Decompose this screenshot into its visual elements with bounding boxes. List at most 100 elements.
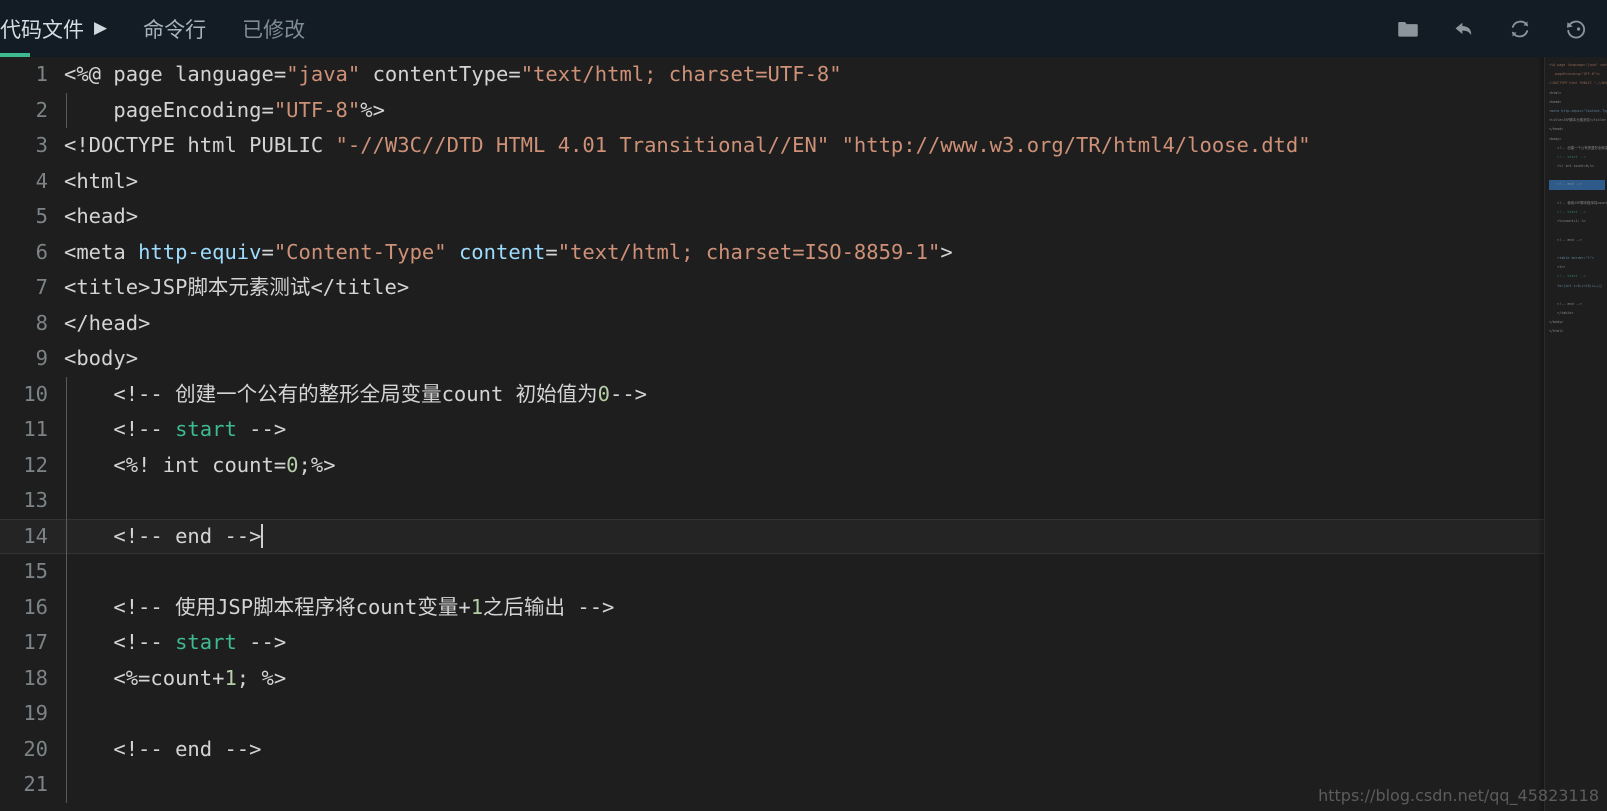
minimap-line: <!-- start --> bbox=[1549, 208, 1605, 217]
code-text: <!-- end --> bbox=[64, 732, 262, 768]
token: <!-- bbox=[64, 736, 176, 761]
minimap-line bbox=[1549, 190, 1605, 199]
code-line[interactable]: 3 <!DOCTYPE html PUBLIC "-//W3C//DTD HTML… bbox=[0, 128, 1607, 164]
line-number: 17 bbox=[23, 630, 48, 654]
token: <title> bbox=[64, 275, 151, 299]
code-text: <%=count+1; %> bbox=[64, 661, 286, 697]
token: JSP bbox=[150, 275, 188, 299]
code-text: <meta http-equiv="Content-Type" content=… bbox=[64, 235, 953, 271]
code-line[interactable]: 10 <!-- 创建一个公有的整形全局变量count 初始值为0--> bbox=[0, 377, 1607, 413]
token: 创建一个公有的整形全局变量 bbox=[175, 381, 442, 406]
minimap-line: <!-- start --> bbox=[1549, 153, 1605, 162]
line-number: 4 bbox=[35, 168, 48, 193]
minimap-line: <body> bbox=[1549, 135, 1605, 144]
code-line[interactable]: 14 <!-- end --> bbox=[0, 518, 1607, 554]
token: "http://www.w3.org/TR/html4/loose.dtd" bbox=[841, 133, 1311, 157]
minimap-token: <%@ page language="java" contentType="te… bbox=[1549, 63, 1607, 67]
code-line[interactable]: 12 <%! int count=0;%> bbox=[0, 448, 1607, 484]
minimap-line: <!-- end --> bbox=[1549, 236, 1605, 245]
minimap-token: <body> bbox=[1549, 136, 1562, 141]
minimap-line bbox=[1549, 291, 1605, 300]
code-line[interactable]: 17 <!-- start --> bbox=[0, 625, 1607, 661]
minimap[interactable]: <%@ page language="java" contentType="te… bbox=[1544, 57, 1607, 811]
tab-modified[interactable]: 已修改 bbox=[228, 0, 319, 57]
code-line[interactable]: 2 pageEncoding="UTF-8"%> bbox=[0, 93, 1607, 129]
minimap-token: <%=count+1; %> bbox=[1549, 219, 1586, 224]
token: "java" bbox=[286, 62, 361, 86]
code-text: <!-- end --> bbox=[64, 520, 263, 554]
token: content bbox=[458, 239, 546, 264]
token: </head> bbox=[64, 310, 151, 335]
token: http-equiv bbox=[138, 239, 262, 264]
code-text: <%@ page language="java" contentType="te… bbox=[64, 57, 842, 93]
minimap-line: <%@ page language="java" contentType="te… bbox=[1549, 61, 1607, 70]
minimap-line: <%=count+1; %> bbox=[1549, 217, 1605, 226]
minimap-line bbox=[1549, 171, 1605, 180]
minimap-token: </table> bbox=[1549, 311, 1574, 316]
code-editor[interactable]: 1 <%@ page language="java" contentType="t… bbox=[0, 57, 1607, 811]
indent-guide bbox=[66, 376, 67, 803]
token: = bbox=[261, 239, 274, 264]
minimap-line: <!-- end --> bbox=[1549, 180, 1605, 190]
minimap-token: <!-- end --> bbox=[1549, 301, 1582, 306]
minimap-line: <!-- 创建一个公有的整形全局变量count 初 bbox=[1549, 144, 1607, 153]
minimap-line: <!-- start --> bbox=[1549, 272, 1605, 281]
tab-code-files[interactable]: 代码文件 ▶ bbox=[0, 0, 121, 57]
token: start bbox=[175, 417, 237, 441]
token: "text/html; charset=UTF-8" bbox=[520, 62, 842, 86]
code-line[interactable]: 20 <!-- end --> bbox=[0, 732, 1607, 768]
tab-code-files-label: 代码文件 bbox=[0, 17, 84, 42]
code-line[interactable]: 7 <title>JSP脚本元素测试</title> bbox=[0, 270, 1607, 306]
undo-icon[interactable] bbox=[1451, 16, 1477, 42]
play-triangle-icon[interactable]: ▶ bbox=[94, 20, 107, 37]
code-line[interactable]: 6 <meta http-equiv="Content-Type" content… bbox=[0, 235, 1607, 271]
minimap-token: <!-- end --> bbox=[1549, 237, 1582, 242]
code-line[interactable]: 18 <%=count+1; %> bbox=[0, 661, 1607, 697]
code-line[interactable]: 8 </head> bbox=[0, 306, 1607, 342]
top-toolbar: 代码文件 ▶ 命令行 已修改 bbox=[0, 0, 1607, 57]
line-number: 2 bbox=[35, 97, 48, 122]
minimap-line: </head> bbox=[1549, 125, 1605, 134]
token: "Content-Type" bbox=[273, 239, 447, 264]
token: <!-- bbox=[64, 523, 176, 548]
code-line[interactable]: 16 <!-- 使用JSP脚本程序将count变量+1之后输出 --> bbox=[0, 590, 1607, 626]
token: --> bbox=[212, 523, 262, 548]
minimap-line: pageEncoding="UTF-8"%> bbox=[1549, 70, 1605, 79]
token: + bbox=[458, 594, 471, 619]
code-line[interactable]: 1 <%@ page language="java" contentType="t… bbox=[0, 57, 1607, 93]
minimap-line: <meta http-equiv="Content-Type" content=… bbox=[1549, 107, 1607, 116]
line-number: 3 bbox=[35, 133, 48, 157]
token: --> bbox=[212, 736, 262, 761]
refresh-icon[interactable] bbox=[1507, 16, 1533, 42]
code-text: <!DOCTYPE html PUBLIC "-//W3C//DTD HTML … bbox=[64, 128, 1311, 164]
minimap-token: <!DOCTYPE html PUBLIC "-//W3C//DTD HTML … bbox=[1549, 81, 1607, 86]
line-number: 14 bbox=[23, 523, 48, 548]
line-number: 10 bbox=[23, 381, 48, 406]
code-line[interactable]: 19 bbox=[0, 696, 1607, 732]
minimap-content: <%@ page language="java" contentType="te… bbox=[1549, 61, 1607, 337]
code-line[interactable]: 11 <!-- start --> bbox=[0, 412, 1607, 448]
code-line[interactable]: 9 <body> bbox=[0, 341, 1607, 377]
minimap-token: </html> bbox=[1549, 329, 1564, 334]
token: <%@ page bbox=[64, 62, 176, 86]
token: %> bbox=[360, 97, 385, 122]
minimap-line: <!-- end --> bbox=[1549, 300, 1605, 309]
indent-guide bbox=[66, 92, 67, 128]
code-line[interactable]: 4 <html> bbox=[0, 164, 1607, 200]
tab-command-line[interactable]: 命令行 bbox=[121, 0, 228, 57]
code-line[interactable]: 15 bbox=[0, 554, 1607, 590]
token: <meta bbox=[64, 239, 139, 264]
history-restore-icon[interactable] bbox=[1563, 16, 1589, 42]
token: <html> bbox=[64, 168, 139, 193]
folder-icon[interactable] bbox=[1395, 16, 1421, 42]
tab-bar: 代码文件 ▶ 命令行 已修改 bbox=[0, 0, 319, 57]
code-text: <!-- 使用JSP脚本程序将count变量+1之后输出 --> bbox=[64, 590, 614, 626]
minimap-token: <html> bbox=[1549, 90, 1562, 95]
token: start bbox=[175, 630, 237, 654]
code-line[interactable]: 13 bbox=[0, 483, 1607, 519]
minimap-token: </body> bbox=[1549, 320, 1564, 325]
token: end bbox=[175, 736, 213, 761]
code-line[interactable]: 5 <head> bbox=[0, 199, 1607, 235]
token: pageEncoding= bbox=[64, 97, 274, 122]
minimap-line: </body> bbox=[1549, 318, 1605, 327]
